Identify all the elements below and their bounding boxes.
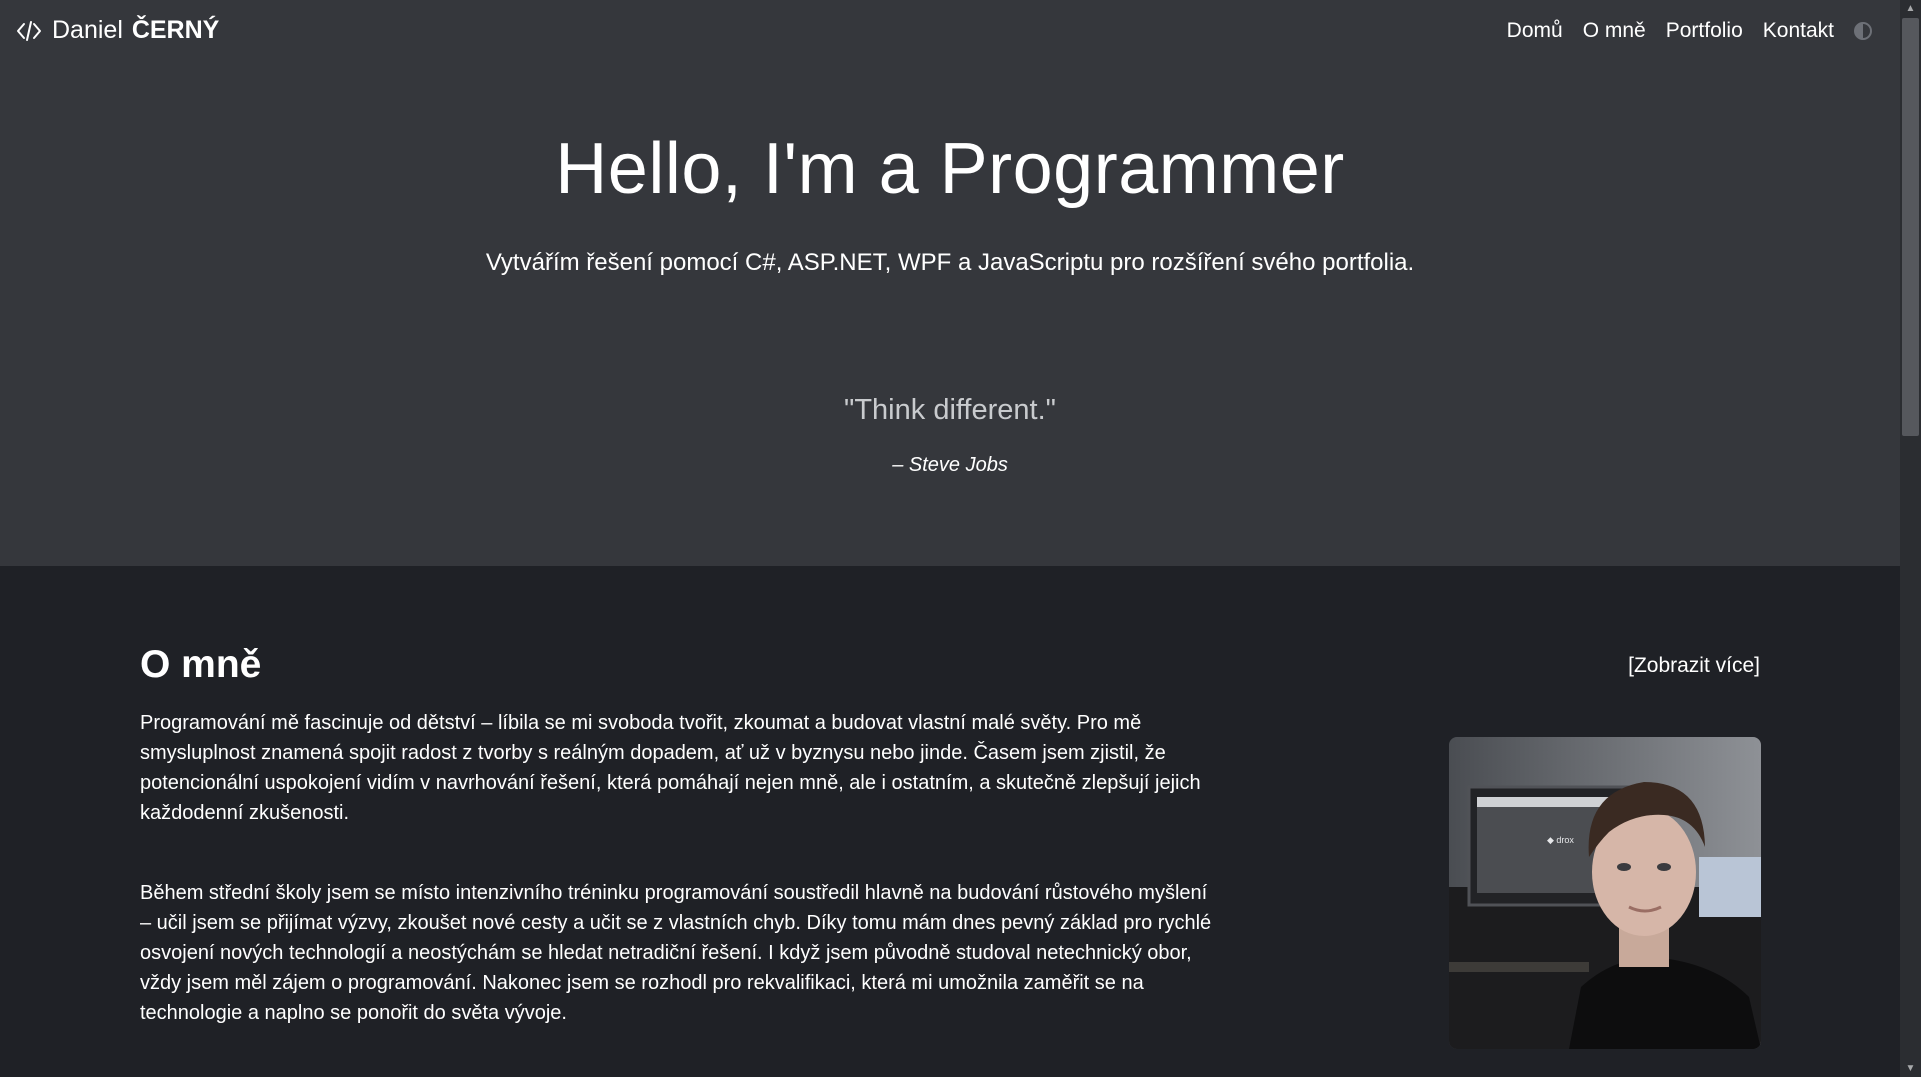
brand-last-name: ČERNÝ (131, 16, 220, 44)
about-title: O mně (140, 643, 262, 686)
scrollbar-thumb[interactable] (1902, 18, 1919, 436)
page: Daniel ČERNÝ Domů O mně Portfolio Kontak… (0, 0, 1921, 1077)
about-section: O mně [Zobrazit více] Programování mě fa… (0, 566, 1900, 1077)
scroll-up-icon[interactable]: ▲ (1900, 0, 1921, 17)
nav-link-about[interactable]: O mně (1583, 19, 1646, 43)
show-more-link[interactable]: [Zobrazit více] (1628, 654, 1760, 678)
scrollbar[interactable]: ▲ ▼ (1900, 0, 1921, 1077)
code-icon (16, 18, 42, 44)
brand-logo[interactable]: Daniel ČERNÝ (16, 16, 219, 45)
scroll-down-icon[interactable]: ▼ (1900, 1060, 1921, 1077)
nav-link-home[interactable]: Domů (1507, 19, 1563, 43)
nav-links: Domů O mně Portfolio Kontakt (1507, 19, 1872, 43)
nav-link-portfolio[interactable]: Portfolio (1666, 19, 1743, 43)
hero-section: Daniel ČERNÝ Domů O mně Portfolio Kontak… (0, 0, 1900, 566)
about-paragraph: Během střední školy jsem se místo intenz… (140, 882, 1212, 1024)
quote-author: – Steve Jobs (892, 454, 1008, 476)
brand-first-name: Daniel (52, 16, 123, 44)
hero-subtitle: Vytvářím řešení pomocí C#, ASP.NET, WPF … (485, 249, 1415, 276)
navbar: Daniel ČERNÝ Domů O mně Portfolio Kontak… (0, 0, 1900, 64)
hero-title: Hello, I'm a Programmer (555, 129, 1345, 209)
svg-text:◆ drox: ◆ drox (1547, 835, 1574, 845)
contrast-icon[interactable] (1854, 22, 1872, 40)
quote-text: "Think different." (844, 394, 1056, 426)
about-paragraph: Programování mě fascinuje od dětství – l… (140, 712, 1201, 824)
profile-photo: ◆ drox (1449, 737, 1761, 1049)
nav-link-contact[interactable]: Kontakt (1763, 19, 1834, 43)
